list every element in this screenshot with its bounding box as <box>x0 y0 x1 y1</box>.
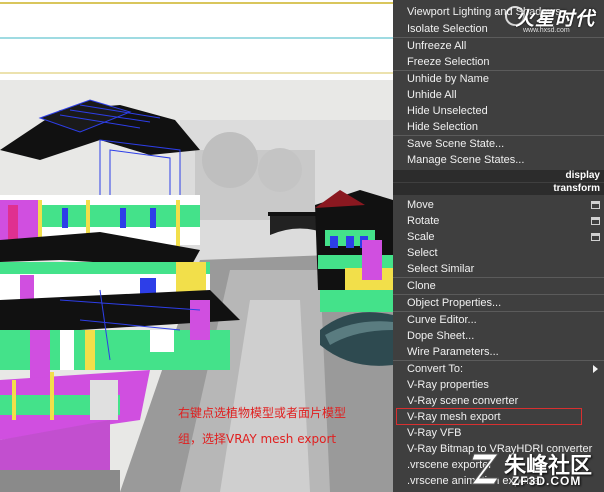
menu-item-wire-parameters[interactable]: Wire Parameters... <box>393 344 604 360</box>
menu-item-convert-to-label: Convert To: <box>407 363 464 375</box>
menu-item-scale-label: Scale <box>407 231 435 243</box>
settings-box-icon[interactable] <box>591 233 600 241</box>
section-header-display: display <box>393 170 604 182</box>
menu-item-vray-properties[interactable]: V-Ray properties <box>393 377 604 393</box>
menu-item-rotate[interactable]: Rotate <box>393 213 604 229</box>
menu-item-convert-to[interactable]: Convert To: <box>393 361 604 377</box>
menu-item-unhide-by-name[interactable]: Unhide by Name <box>393 71 604 87</box>
menu-item-vray-scene-converter[interactable]: V-Ray scene converter <box>393 393 604 409</box>
highlight-box <box>396 408 582 425</box>
menu-item-clone[interactable]: Clone <box>393 278 604 294</box>
viewport[interactable]: 右键点选植物模型或者面片模型 组，选择VRAY mesh export <box>0 0 393 492</box>
menu-item-hide-selection[interactable]: Hide Selection <box>393 119 604 135</box>
zf3d-watermark-logo: 朱峰社区 ZF3D.COM <box>470 446 602 490</box>
menu-item-scale[interactable]: Scale <box>393 229 604 245</box>
watermark-bottom-url: ZF3D.COM <box>512 474 582 488</box>
menu-item-select-similar[interactable]: Select Similar <box>393 261 604 277</box>
menu-item-move[interactable]: Move <box>393 197 604 213</box>
menu-item-object-properties[interactable]: Object Properties... <box>393 295 604 311</box>
menu-item-unfreeze-all[interactable]: Unfreeze All <box>393 38 604 54</box>
hxsd-watermark-logo: 火星时代 www.hxsd.com <box>505 4 601 36</box>
annotation-line-2: 组，选择VRAY mesh export <box>178 432 337 446</box>
menu-item-rotate-label: Rotate <box>407 215 440 227</box>
section-header-transform: transform <box>393 183 604 195</box>
menu-item-curve-editor[interactable]: Curve Editor... <box>393 312 604 328</box>
submenu-arrow-icon <box>593 365 598 373</box>
settings-box-icon[interactable] <box>591 201 600 209</box>
zf3d-z-logo-icon <box>471 453 499 485</box>
menu-item-manage-scene-states[interactable]: Manage Scene States... <box>393 152 604 168</box>
watermark-top-url: www.hxsd.com <box>523 27 570 34</box>
menu-item-freeze-selection[interactable]: Freeze Selection <box>393 54 604 70</box>
quad-menu: Viewport Lighting and Shadows Isolate Se… <box>393 0 604 492</box>
menu-item-hide-unselected[interactable]: Hide Unselected <box>393 103 604 119</box>
settings-box-icon[interactable] <box>591 217 600 225</box>
menu-item-unhide-all[interactable]: Unhide All <box>393 87 604 103</box>
annotation-line-1: 右键点选植物模型或者面片模型 <box>178 406 347 420</box>
menu-item-dope-sheet[interactable]: Dope Sheet... <box>393 328 604 344</box>
menu-item-select[interactable]: Select <box>393 245 604 261</box>
menu-item-vray-vfb[interactable]: V-Ray VFB <box>393 425 604 441</box>
menu-item-move-label: Move <box>407 199 434 211</box>
menu-item-save-scene-state[interactable]: Save Scene State... <box>393 136 604 152</box>
